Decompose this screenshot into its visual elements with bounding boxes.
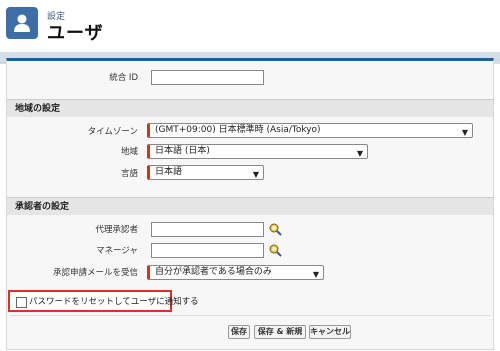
section-approver-heading: 承認者の設定 bbox=[7, 197, 493, 215]
chevron-down-icon: ▼ bbox=[312, 270, 319, 279]
delegated-approver-label: 代理承認者 bbox=[95, 225, 138, 235]
federation-id-label: 統合 ID bbox=[109, 73, 138, 83]
language-select[interactable]: 日本語 ▼ bbox=[147, 165, 264, 180]
user-icon bbox=[6, 7, 38, 39]
lookup-search-icon[interactable] bbox=[269, 244, 282, 257]
save-new-button[interactable]: 保存 & 新規 bbox=[254, 325, 306, 339]
chevron-down-icon: ▼ bbox=[252, 170, 259, 179]
approval-email-value: 自分が承認者である場合のみ bbox=[155, 267, 272, 277]
reset-password-label[interactable]: パスワードをリセットしてユーザに通知する bbox=[29, 295, 199, 307]
save-button[interactable]: 保存 bbox=[228, 325, 250, 339]
reset-password-highlight: パスワードをリセットしてユーザに通知する bbox=[8, 290, 199, 312]
chevron-down-icon: ▼ bbox=[461, 128, 468, 137]
approval-email-label: 承認申請メールを受信 bbox=[52, 268, 138, 278]
cancel-button[interactable]: キャンセル bbox=[309, 325, 351, 339]
timezone-label: タイムゾーン bbox=[87, 127, 138, 137]
section-locale-heading: 地域の設定 bbox=[7, 99, 493, 117]
delegated-approver-input[interactable] bbox=[151, 222, 264, 237]
federation-id-input[interactable] bbox=[151, 70, 264, 85]
lookup-search-icon[interactable] bbox=[269, 223, 282, 236]
language-value: 日本語 bbox=[155, 167, 183, 177]
locale-select[interactable]: 日本語 (日本) ▼ bbox=[147, 144, 368, 159]
divider bbox=[10, 315, 490, 316]
locale-value: 日本語 (日本) bbox=[155, 146, 210, 156]
manager-label: マネージャ bbox=[96, 246, 138, 256]
reset-password-checkbox[interactable] bbox=[16, 297, 27, 308]
button-bar: 保存 保存 & 新規 キャンセル bbox=[6, 320, 494, 342]
locale-label: 地域 bbox=[120, 147, 138, 157]
approval-email-select[interactable]: 自分が承認者である場合のみ ▼ bbox=[147, 265, 324, 280]
page-title: ユーザ bbox=[47, 23, 104, 44]
chevron-down-icon: ▼ bbox=[356, 149, 363, 158]
timezone-value: (GMT+09:00) 日本標準時 (Asia/Tokyo) bbox=[155, 125, 321, 135]
page-header: 設定 ユーザ bbox=[0, 0, 500, 52]
timezone-select[interactable]: (GMT+09:00) 日本標準時 (Asia/Tokyo) ▼ bbox=[147, 123, 473, 138]
language-label: 言語 bbox=[120, 169, 138, 179]
manager-input[interactable] bbox=[151, 243, 264, 258]
